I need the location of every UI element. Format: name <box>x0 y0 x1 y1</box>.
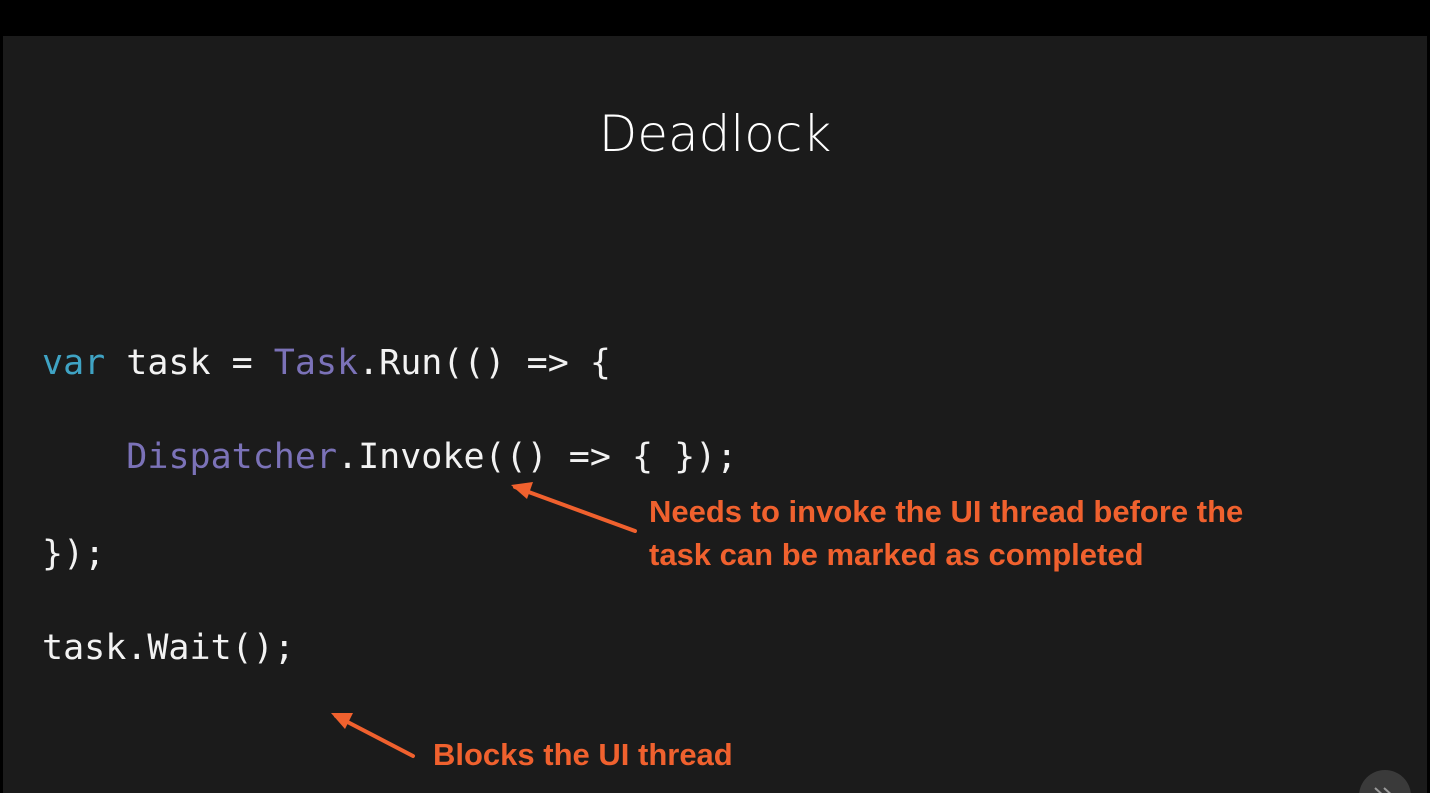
play-forward-icon <box>1374 787 1392 793</box>
slide: Deadlock var task = Task.Run(() => { Dis… <box>3 36 1427 793</box>
invoke-arrow <box>513 485 637 533</box>
invoke-annotation-line-2: task can be marked as completed <box>649 537 1144 572</box>
invoke-arrowhead <box>511 482 533 499</box>
annotation-arrows <box>331 482 637 758</box>
top-bar <box>0 0 1430 36</box>
invoke-annotation-line-1: Needs to invoke the UI thread before the <box>649 494 1244 529</box>
wait-annotation: Blocks the UI thread <box>433 737 733 772</box>
